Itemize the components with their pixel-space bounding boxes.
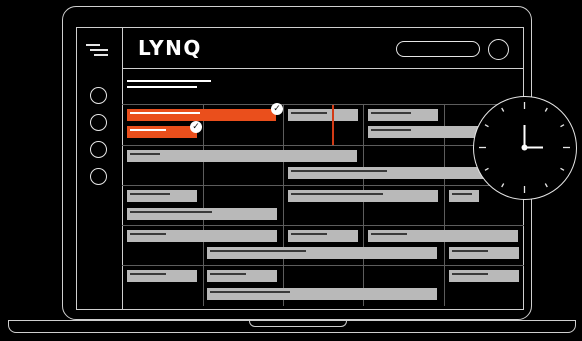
task-bar[interactable] [288, 167, 488, 179]
page-subtitle [127, 86, 197, 88]
checkmark-icon: ✓ [271, 103, 283, 115]
clock-icon [473, 96, 577, 200]
page-title [127, 80, 211, 82]
task-bar[interactable] [127, 230, 277, 242]
task-bar[interactable] [207, 288, 437, 300]
hamburger-menu-icon[interactable] [86, 44, 110, 58]
app-logo: LYNQ [138, 36, 202, 60]
sidebar-divider [122, 27, 123, 310]
task-bar[interactable] [368, 109, 438, 121]
task-bar[interactable] [127, 208, 277, 220]
task-bar[interactable] [368, 126, 478, 138]
task-bar[interactable] [127, 270, 197, 282]
header-divider [122, 68, 524, 69]
task-bar[interactable] [207, 247, 437, 259]
search-input[interactable] [396, 41, 480, 57]
task-bar[interactable] [449, 247, 519, 259]
laptop-hinge-notch [249, 321, 347, 327]
sidebar-item-3-icon[interactable] [90, 141, 107, 158]
sidebar-item-4-icon[interactable] [90, 168, 107, 185]
current-time-indicator [332, 105, 334, 145]
task-bar-completed[interactable] [127, 126, 197, 138]
task-bar[interactable] [288, 190, 438, 202]
task-bar[interactable] [368, 230, 518, 242]
checkmark-icon: ✓ [190, 121, 202, 133]
sidebar-item-1-icon[interactable] [90, 87, 107, 104]
task-bar[interactable] [288, 230, 358, 242]
task-bar-completed[interactable] [127, 109, 276, 121]
task-bar[interactable] [449, 270, 519, 282]
task-bar[interactable] [127, 190, 197, 202]
task-bar[interactable] [207, 270, 277, 282]
sidebar-item-2-icon[interactable] [90, 114, 107, 131]
avatar-icon[interactable] [488, 39, 509, 60]
task-bar[interactable] [288, 109, 358, 121]
task-bar[interactable] [127, 150, 357, 162]
